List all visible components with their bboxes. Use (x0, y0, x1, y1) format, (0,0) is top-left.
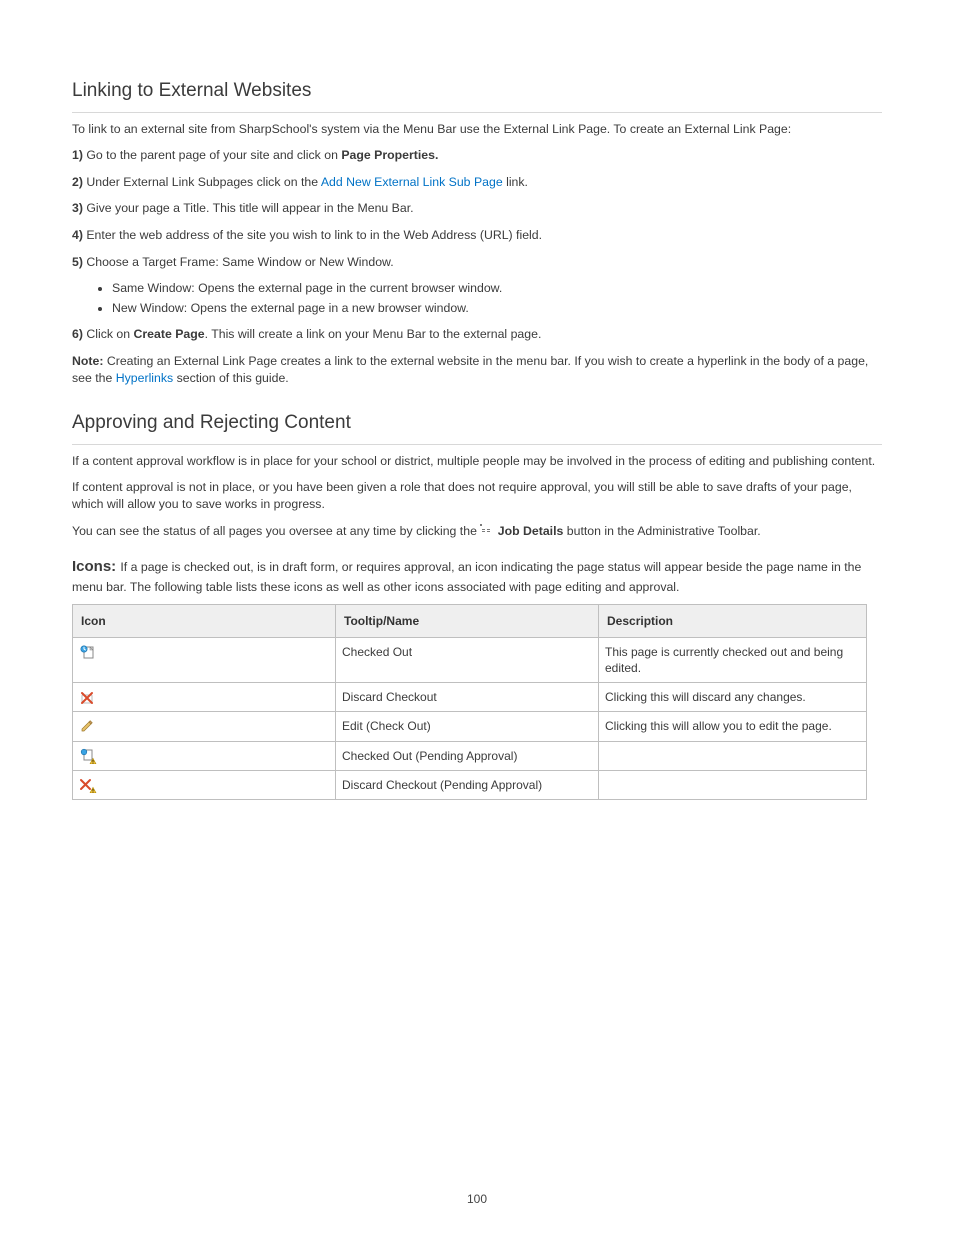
linking-intro: To link to an external site from SharpSc… (72, 121, 882, 138)
checked-out-pending-icon (79, 748, 97, 764)
heading-linking-external: Linking to External Websites (72, 78, 882, 113)
table-row: Checked Out This page is currently check… (73, 637, 867, 682)
approval-para-2: If content approval is not in place, or … (72, 479, 882, 512)
approval-para-1: If a content approval workflow is in pla… (72, 453, 882, 470)
bullet-same-window: Same Window: Opens the external page in … (112, 280, 882, 297)
linking-note: Note: Creating an External Link Page cre… (72, 353, 882, 386)
bullet-new-window: New Window: Opens the external page in a… (112, 300, 882, 317)
add-external-link-subpage-link[interactable]: Add New External Link Sub Page (321, 175, 503, 189)
step-2: 2) Under External Link Subpages click on… (72, 174, 882, 191)
th-desc: Description (599, 604, 867, 637)
discard-checkout-icon (79, 689, 95, 705)
step-3: 3) Give your page a Title. This title wi… (72, 200, 882, 217)
target-frame-bullets: Same Window: Opens the external page in … (72, 280, 882, 316)
table-row: Edit (Check Out) Clicking this will allo… (73, 712, 867, 741)
checked-out-icon (79, 644, 95, 660)
step-5: 5) Choose a Target Frame: Same Window or… (72, 254, 882, 271)
heading-approving-rejecting: Approving and Rejecting Content (72, 410, 882, 445)
page-number: 100 (0, 1191, 954, 1207)
table-row: Checked Out (Pending Approval) (73, 741, 867, 770)
discard-checkout-pending-icon (79, 777, 97, 793)
th-icon: Icon (73, 604, 336, 637)
icons-table: Icon Tooltip/Name Description Checked Ou… (72, 604, 867, 800)
approval-para-3: You can see the status of all pages you … (72, 523, 882, 540)
job-details-icon (480, 524, 494, 538)
hyperlinks-link[interactable]: Hyperlinks (116, 371, 173, 385)
th-name: Tooltip/Name (336, 604, 599, 637)
table-row: Discard Checkout (Pending Approval) (73, 770, 867, 799)
edit-checkout-icon (79, 718, 95, 734)
step-4: 4) Enter the web address of the site you… (72, 227, 882, 244)
table-row: Discard Checkout Clicking this will disc… (73, 683, 867, 712)
subheading-icons: Icons: If a page is checked out, is in d… (72, 557, 882, 598)
step-6: 6) Click on Create Page. This will creat… (72, 326, 882, 343)
step-1: 1) Go to the parent page of your site an… (72, 147, 882, 164)
